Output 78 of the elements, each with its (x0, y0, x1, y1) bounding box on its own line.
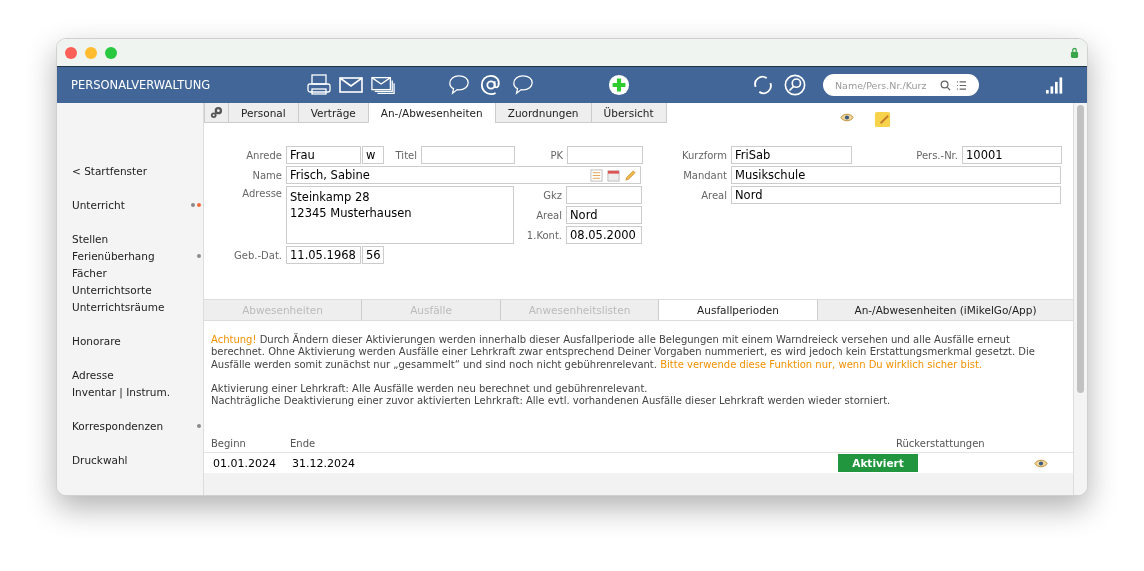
field-label: Titel (394, 149, 418, 161)
sidebar-item[interactable]: Stellen (72, 232, 109, 245)
sticky-note-icon[interactable] (874, 111, 891, 128)
status-button[interactable]: Aktiviert (838, 454, 918, 473)
tab[interactable]: Verträge (297, 103, 369, 123)
field-label: PK (549, 149, 564, 161)
sidebar-item[interactable]: Ferienüberhang (72, 249, 155, 262)
search-icon[interactable] (940, 79, 951, 91)
search-icon[interactable] (783, 74, 807, 96)
input-field[interactable]: Frau (286, 146, 361, 164)
sidebar-item[interactable]: Korrespondenzen (72, 419, 164, 432)
field-label: Name (251, 169, 283, 181)
input-field[interactable]: Nord (731, 186, 1061, 204)
tab[interactable]: Übersicht (590, 103, 667, 123)
printer-icon[interactable] (307, 74, 331, 96)
input-field[interactable]: Nord (566, 206, 642, 224)
column-header: Ende (290, 438, 317, 452)
input-field[interactable]: 11.05.1968 (286, 246, 361, 264)
tab[interactable]: Zuordnungen (494, 103, 592, 123)
sidebar-item[interactable]: < Startfenster (72, 164, 147, 177)
input-field[interactable]: w (362, 146, 384, 164)
lock-icon (1070, 46, 1079, 59)
sidebar-item[interactable]: Inventar | Instrum. (72, 385, 171, 398)
app-bubble-icon[interactable] (511, 74, 535, 96)
signal-bars-icon (1046, 76, 1064, 94)
input-field[interactable]: FriSab (731, 146, 852, 164)
add-icon[interactable] (607, 74, 631, 96)
eye-icon[interactable] (840, 113, 854, 122)
sidebar-item[interactable]: Unterrichtsorte (72, 283, 152, 296)
list-icon[interactable] (956, 79, 967, 91)
notice-text: Nachträgliche Deaktivierung einer zuvor aktivierten Lehrkraft: Alle evtl. vorhandenen Ausfälle dieser Lehrkraft werden wieder storniert. (211, 395, 892, 408)
envelopes-icon[interactable] (371, 74, 395, 96)
sidebar-item[interactable]: Honorare (72, 334, 121, 347)
tab[interactable]: An-/Abwesenheiten (iMikelGo/App) (818, 300, 1073, 320)
field-label: Geb.-Dat. (233, 249, 283, 261)
input-field[interactable] (566, 186, 642, 204)
field-label: Adresse (241, 187, 283, 199)
input-field[interactable]: Musikschule (731, 166, 1061, 184)
column-header: Rückerstattungen (896, 438, 986, 452)
settings-tab[interactable] (204, 103, 229, 123)
sidebar-item[interactable]: Unterrichtsräume (72, 300, 165, 313)
input-field[interactable] (567, 146, 643, 164)
field-label: Areal (535, 209, 563, 221)
close-button[interactable] (65, 46, 77, 59)
sms-bubble-icon[interactable] (447, 74, 471, 96)
sidebar-item[interactable]: Fächer (72, 266, 107, 279)
sidebar-item[interactable]: Druckwahl (72, 453, 128, 466)
field-label: Kurzform (680, 149, 728, 161)
search-box[interactable]: Name/Pers.Nr./Kurz (823, 74, 979, 96)
field-label: 1.Kont. (525, 229, 563, 241)
eye-icon[interactable] (1034, 459, 1048, 468)
envelope-icon[interactable] (339, 74, 363, 96)
field-label: Mandant (682, 169, 728, 181)
tab[interactable]: Ausfallperioden (659, 300, 818, 320)
input-field[interactable] (421, 146, 515, 164)
at-sign-icon[interactable] (479, 74, 503, 96)
field-label: Areal (700, 189, 728, 201)
app-title: PERSONALVERWALTUNG (71, 78, 212, 92)
field-label: Pers.-Nr. (915, 149, 959, 161)
field-label: Anrede (245, 149, 283, 161)
address-field[interactable]: Steinkamp 28 12345 Musterhausen (286, 186, 514, 244)
input-field[interactable]: 10001 (962, 146, 1062, 164)
scrollbar-thumb[interactable] (1077, 105, 1084, 393)
notice-text: Achtung! Durch Ändern dieser Aktivierungen werden innerhalb dieser Ausfallperiode alle Belegungen mit einem Warndreieck versehen und alle Ausfälle erneut berechnet. Ohne Aktivierung werden Ausfälle einer Lehrkraft zwar entsprechend Deiner Vorgaben nummeriert, es wird jedoch kein Erstattungsmerkmal gesetzt. Die Ausfälle werden somit zunächst nur „gesammelt“ und sind noch nicht gebührenrelevant. Bitte verwende diese Funktion nur, wenn Du wirklich sicher bist. (211, 334, 1036, 371)
refresh-icon[interactable] (751, 74, 775, 96)
table-cell-text: 31.12.2024 (292, 457, 356, 470)
field-label: Gkz (542, 189, 563, 201)
input-field[interactable]: 08.05.2000 (566, 226, 642, 244)
notice-text: Aktivierung einer Lehrkraft: Alle Ausfälle werden neu berechnet und gebührenrelevant. (211, 382, 649, 396)
input-field[interactable]: 56 (362, 246, 384, 264)
tab[interactable]: Personal (228, 103, 299, 123)
calendar-icon[interactable] (607, 168, 620, 182)
gears-icon (210, 106, 223, 119)
input-field[interactable]: Frisch, Sabine (286, 166, 641, 184)
sidebar-item[interactable]: Unterricht (72, 198, 125, 211)
sidebar-item[interactable]: Adresse (72, 368, 114, 381)
column-header: Beginn (211, 438, 247, 452)
table-cell-text: 01.01.2024 (213, 457, 277, 470)
